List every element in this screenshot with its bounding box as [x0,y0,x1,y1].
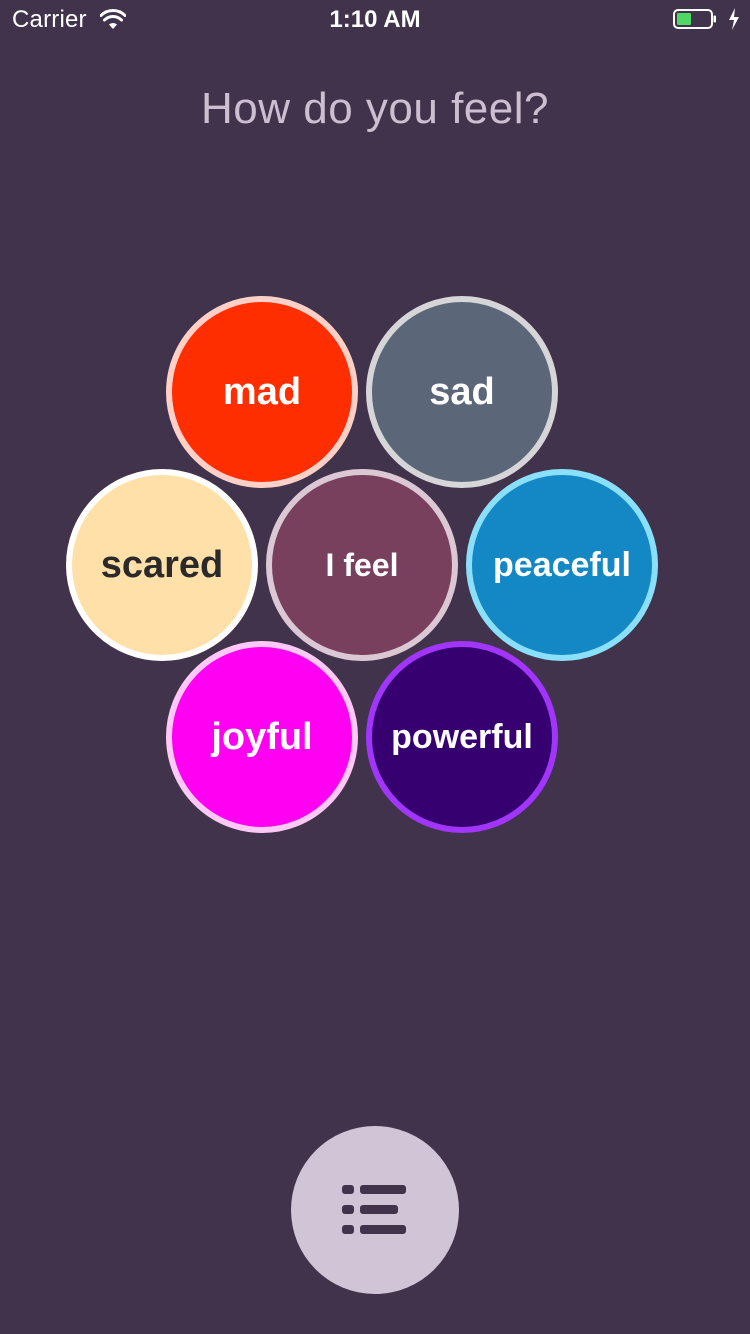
menu-list-button[interactable] [291,1126,459,1294]
emotion-sad-button[interactable]: sad [366,296,558,488]
list-icon [342,1185,406,1234]
battery-icon [673,9,716,29]
page-title: How do you feel? [201,84,549,133]
emotion-label: joyful [211,715,313,758]
emotion-label: powerful [391,717,533,756]
emotion-label: mad [222,370,302,413]
emotion-peaceful-button[interactable]: peaceful [466,469,658,661]
emotion-powerful-button[interactable]: powerful [366,641,558,833]
emotion-center-button[interactable]: I feel [266,469,458,661]
emotion-label: peaceful [493,545,631,584]
emotion-joyful-button[interactable]: joyful [166,641,358,833]
emotion-label: sad [429,370,495,413]
battery-level [677,13,691,25]
emotion-label: scared [100,543,224,586]
emotion-label: I feel [325,546,399,583]
emotion-mad-button[interactable]: mad [166,296,358,488]
charging-icon [729,8,739,30]
status-bar: Carrier 1:10 AM [0,0,750,40]
clock: 1:10 AM [329,6,421,33]
emotion-scared-button[interactable]: scared [66,469,258,661]
